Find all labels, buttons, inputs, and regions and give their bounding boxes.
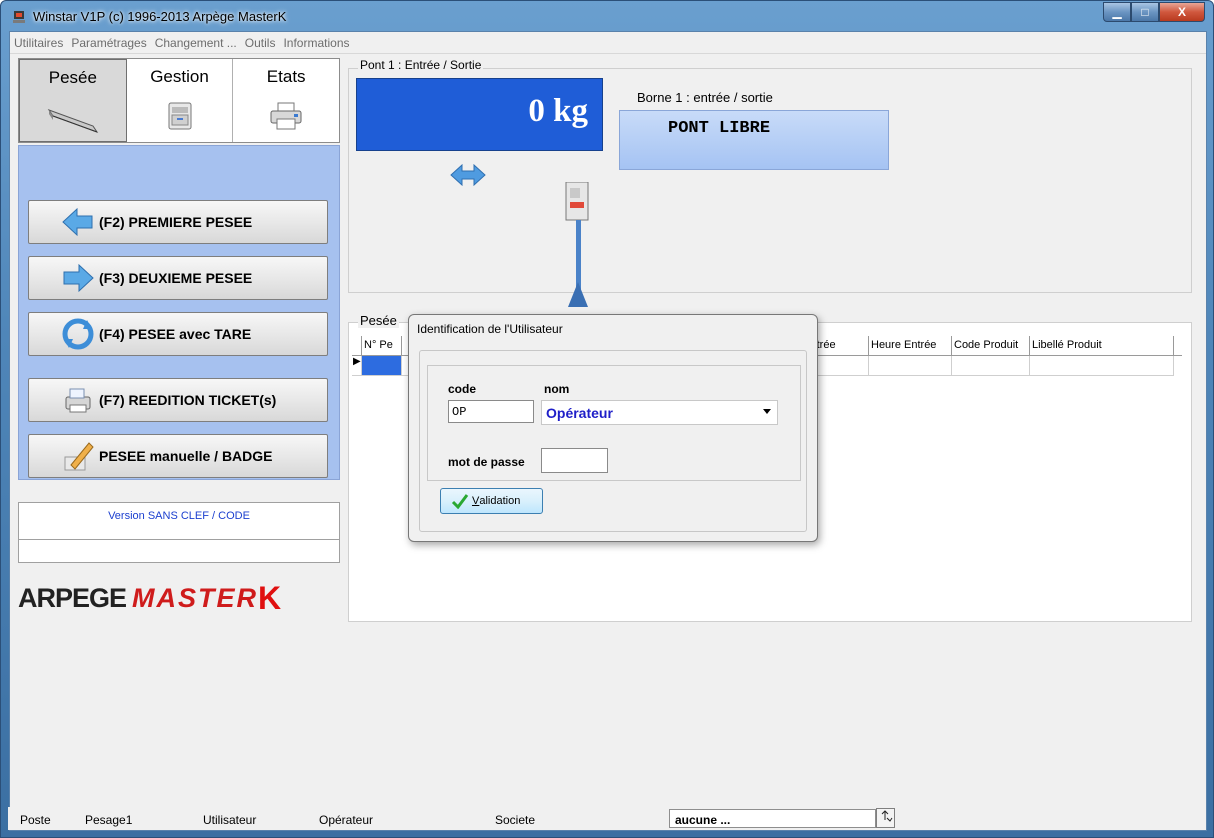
close-button[interactable]: X <box>1159 2 1205 22</box>
second-weigh-label: (F3) DEUXIEME PESEE <box>99 270 253 286</box>
title-bar: Winstar V1P (c) 1996-2013 Arpège MasterK… <box>1 1 1213 31</box>
table-cell[interactable] <box>1030 356 1174 376</box>
status-bar: Poste Pesage1 Utilisateur Opérateur Soci… <box>8 807 1206 830</box>
status-user-label: Utilisateur <box>203 813 257 827</box>
validate-accel: V <box>472 495 480 507</box>
credentials-group: code nom OP Opérateur mot de passe <box>427 365 801 481</box>
menu-utilitaires[interactable]: Utilitaires <box>14 36 63 50</box>
user-select[interactable]: Opérateur <box>541 400 778 425</box>
user-select-value: Opérateur <box>546 405 613 421</box>
table-cell[interactable] <box>362 356 402 376</box>
password-label: mot de passe <box>448 455 525 469</box>
login-dialog: Identification de l'Utilisateur code nom… <box>408 314 818 542</box>
password-input[interactable] <box>541 448 608 473</box>
checkmark-icon <box>451 494 469 509</box>
arrow-right-icon <box>63 263 94 293</box>
menu-informations[interactable]: Informations <box>283 36 349 50</box>
grid-corner <box>352 336 362 356</box>
minimize-button[interactable]: ▁ <box>1103 2 1131 22</box>
tare-weigh-label: (F4) PESEE avec TARE <box>99 326 252 342</box>
status-user-value: Opérateur <box>319 813 374 827</box>
tab-pesee-label: Pesée <box>48 68 97 87</box>
menu-bar: Utilitaires Paramétrages Changement ... … <box>10 32 1206 54</box>
manual-weigh-label: PESEE manuelle / BADGE <box>99 448 273 464</box>
validate-button[interactable]: Validation <box>440 488 543 514</box>
printer-icon <box>65 388 91 413</box>
tab-gestion-label: Gestion <box>150 67 209 86</box>
cabinet-icon <box>168 102 191 130</box>
row-pointer-icon: ▶ <box>352 356 362 376</box>
company-combo[interactable]: aucune ... <box>669 809 876 828</box>
chevron-down-icon[interactable] <box>763 409 771 414</box>
grid-col-num[interactable]: N° Pe <box>362 336 402 356</box>
grid-col-libelle-produit[interactable]: Libellé Produit <box>1030 336 1174 356</box>
first-weigh-label: (F2) PREMIERE PESEE <box>99 214 253 230</box>
code-label: code <box>448 382 477 396</box>
arrow-left-icon <box>62 207 93 237</box>
grid-col-heure-entree[interactable]: Heure Entrée <box>869 336 952 356</box>
nom-label: nom <box>544 382 570 396</box>
second-weigh-button[interactable]: (F3) DEUXIEME PESEE <box>28 256 328 300</box>
borne-label: Borne 1 : entrée / sortie <box>637 90 773 105</box>
tab-etats[interactable]: Etats <box>233 59 340 142</box>
sort-button[interactable] <box>876 808 895 828</box>
window-controls: ▁ □ X <box>1103 2 1205 24</box>
table-cell[interactable] <box>952 356 1030 376</box>
reprint-label: (F7) REEDITION TICKET(s) <box>99 392 277 408</box>
tab-gestion[interactable]: Gestion <box>126 59 234 142</box>
status-poste-label: Poste <box>20 813 51 827</box>
version-text: Version SANS CLEF / CODE <box>108 510 250 522</box>
first-weigh-button[interactable]: (F2) PREMIERE PESEE <box>28 200 328 244</box>
version-box-secondary <box>18 539 340 563</box>
logo-part1: ARPEGE <box>18 582 127 613</box>
reprint-button[interactable]: (F7) REEDITION TICKET(s) <box>28 378 328 422</box>
terminal-icon <box>565 182 589 307</box>
app-icon <box>13 11 25 23</box>
menu-changement[interactable]: Changement ... <box>155 36 237 50</box>
validate-label: alidation <box>479 495 521 507</box>
main-tabs: Pesée Gestion Etats <box>18 58 340 143</box>
logo-part3: K <box>258 579 282 616</box>
tare-weigh-button[interactable]: (F4) PESEE avec TARE <box>28 312 328 356</box>
brand-logo: ARPEGE MASTER K <box>18 578 348 618</box>
window-title: Winstar V1P (c) 1996-2013 Arpège MasterK <box>33 9 287 24</box>
table-cell[interactable] <box>869 356 952 376</box>
action-panel: (F2) PREMIERE PESEE (F3) DEUXIEME PESEE … <box>18 145 340 480</box>
menu-outils[interactable]: Outils <box>245 36 276 50</box>
pont-legend: Pont 1 : Entrée / Sortie <box>358 58 484 72</box>
code-input[interactable]: OP <box>448 400 534 423</box>
status-company-label: Societe <box>495 813 536 827</box>
bidirectional-arrow-icon <box>450 164 486 186</box>
sort-icon <box>881 810 892 822</box>
grid-col-code-produit[interactable]: Code Produit <box>952 336 1030 356</box>
tab-pesee[interactable]: Pesée <box>19 59 127 142</box>
refresh-icon <box>62 318 94 350</box>
menu-parametrages[interactable]: Paramétrages <box>71 36 146 50</box>
status-poste-value: Pesage1 <box>85 813 133 827</box>
version-box: Version SANS CLEF / CODE <box>18 502 340 539</box>
weight-display: 0 kg <box>356 78 603 151</box>
printer-icon <box>270 102 302 130</box>
dialog-title: Identification de l'Utilisateur <box>417 322 563 336</box>
tab-etats-label: Etats <box>266 67 306 86</box>
maximize-button[interactable]: □ <box>1131 2 1159 22</box>
logo-part2: MASTER <box>132 582 259 613</box>
manual-weigh-button[interactable]: PESEE manuelle / BADGE <box>28 434 328 478</box>
borne-status: PONT LIBRE <box>619 110 889 170</box>
pesee-legend: Pesée <box>358 313 399 328</box>
dialog-frame: code nom OP Opérateur mot de passe Valid… <box>419 350 807 532</box>
scale-icon <box>47 109 99 133</box>
pencil-icon <box>64 442 94 471</box>
